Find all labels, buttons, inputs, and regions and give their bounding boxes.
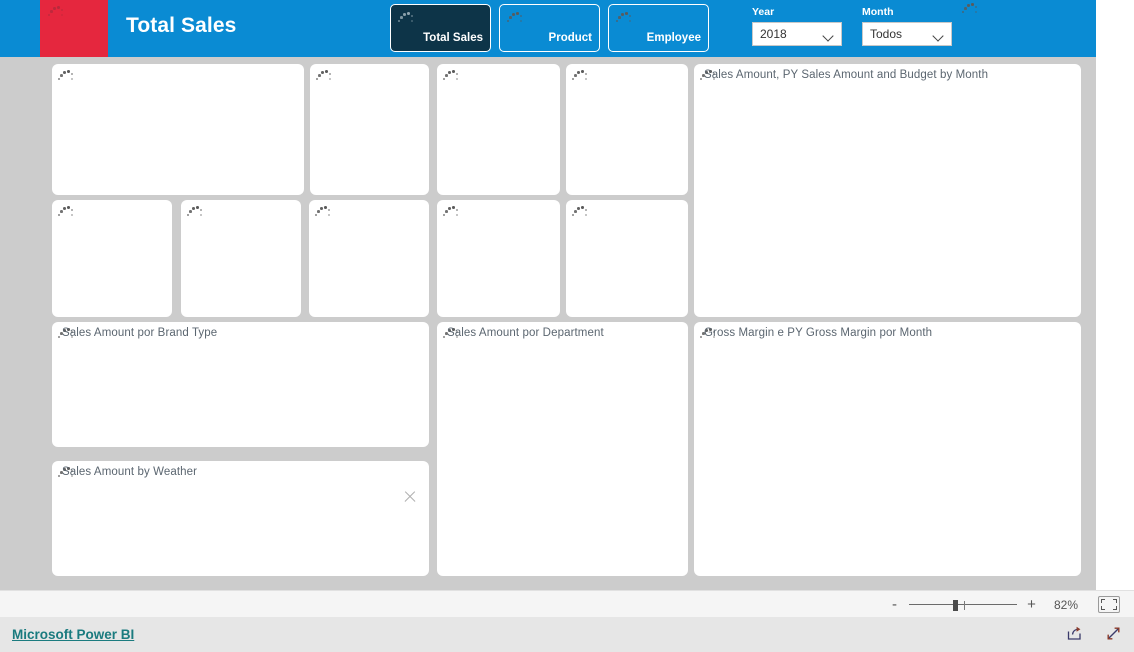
nav-button-product[interactable]: Product: [499, 4, 600, 52]
report-header: Total Sales Total Sales Product Employee…: [0, 0, 1096, 57]
fit-to-page-icon[interactable]: [1098, 596, 1120, 613]
slicer-year-label: Year: [752, 6, 775, 18]
kpi-tile[interactable]: [566, 200, 688, 317]
loading-spinner-icon: [616, 12, 634, 26]
kpi-tile[interactable]: [52, 200, 172, 317]
chart-sales-amount-by-weather[interactable]: Sales Amount by Weather: [52, 461, 429, 576]
kpi-tile[interactable]: [310, 64, 429, 195]
nav-button-employee[interactable]: Employee: [608, 4, 709, 52]
loading-spinner-icon: [316, 70, 334, 84]
report-status-bar: - + 82%: [0, 590, 1134, 617]
loading-spinner-icon: [507, 12, 525, 26]
chart-title: Sales Amount por Brand Type: [62, 327, 218, 339]
slicer-month: Month Todos: [862, 6, 952, 46]
report-viewport: Total Sales Total Sales Product Employee…: [0, 0, 1134, 590]
chevron-down-icon: [824, 32, 833, 41]
nav-button-label: Total Sales: [423, 32, 483, 44]
loading-spinner-icon: [58, 70, 76, 84]
loading-spinner-icon: [443, 206, 461, 220]
loading-spinner-icon: [962, 3, 980, 17]
slicer-year-value: 2018: [760, 27, 787, 41]
kpi-tile[interactable]: [437, 200, 560, 317]
kpi-tile[interactable]: [309, 200, 429, 317]
loading-spinner-icon: [315, 206, 333, 220]
loading-spinner-icon: [58, 206, 76, 220]
loading-spinner-icon: [572, 70, 590, 84]
slicer-month-value: Todos: [870, 27, 903, 41]
nav-button-label: Employee: [646, 32, 701, 44]
loading-spinner-icon: [443, 70, 461, 84]
kpi-tile[interactable]: [181, 200, 301, 317]
share-icon[interactable]: [1066, 625, 1083, 642]
page-title: Total Sales: [126, 14, 237, 37]
loading-spinner-icon: [398, 12, 416, 26]
nav-button-label: Product: [548, 32, 592, 44]
zoom-in-button[interactable]: +: [1026, 597, 1037, 612]
kpi-tile[interactable]: [566, 64, 688, 195]
header-accent-block: [40, 0, 108, 57]
kpi-tile[interactable]: [437, 64, 560, 195]
chart-title: Sales Amount by Weather: [62, 466, 198, 478]
chart-title: Sales Amount, PY Sales Amount and Budget…: [704, 69, 989, 81]
kpi-tile[interactable]: [52, 64, 304, 195]
zoom-slider-notch: [964, 600, 966, 610]
loading-spinner-icon: [48, 6, 66, 20]
chart-sales-amount-por-department[interactable]: Sales Amount por Department: [437, 322, 688, 576]
slicer-year: Year 2018: [752, 6, 842, 46]
zoom-slider-thumb[interactable]: [953, 599, 958, 611]
loading-spinner-icon: [572, 206, 590, 220]
fullscreen-icon[interactable]: [1105, 625, 1122, 642]
report-nav-buttons: Total Sales Product Employee: [390, 4, 709, 52]
chart-title: Gross Margin e PY Gross Margin por Month: [704, 327, 933, 339]
chart-title: Sales Amount por Department: [447, 327, 604, 339]
zoom-slider[interactable]: [909, 599, 1017, 611]
footer-actions: [1066, 625, 1122, 642]
slicer-month-label: Month: [862, 6, 894, 18]
loading-spinner-icon: [187, 206, 205, 220]
microsoft-power-bi-link[interactable]: Microsoft Power BI: [12, 627, 134, 642]
chart-sales-amount-py-budget-by-month[interactable]: Sales Amount, PY Sales Amount and Budget…: [694, 64, 1081, 317]
nav-button-total-sales[interactable]: Total Sales: [390, 4, 491, 52]
close-icon[interactable]: [402, 489, 418, 505]
chart-sales-amount-por-brand-type[interactable]: Sales Amount por Brand Type: [52, 322, 429, 447]
chevron-down-icon: [934, 32, 943, 41]
slicer-month-dropdown[interactable]: Todos: [862, 22, 952, 46]
report-footer: Microsoft Power BI: [0, 617, 1134, 652]
chart-gross-margin-py-gross-margin-por-month[interactable]: Gross Margin e PY Gross Margin por Month: [694, 322, 1081, 576]
zoom-level-value: 82%: [1053, 597, 1078, 612]
report-canvas: Sales Amount, PY Sales Amount and Budget…: [0, 57, 1096, 590]
zoom-out-button[interactable]: -: [889, 597, 900, 612]
slicer-year-dropdown[interactable]: 2018: [752, 22, 842, 46]
zoom-controls: - + 82%: [889, 591, 1120, 618]
power-bi-report-shell: Total Sales Total Sales Product Employee…: [0, 0, 1134, 652]
